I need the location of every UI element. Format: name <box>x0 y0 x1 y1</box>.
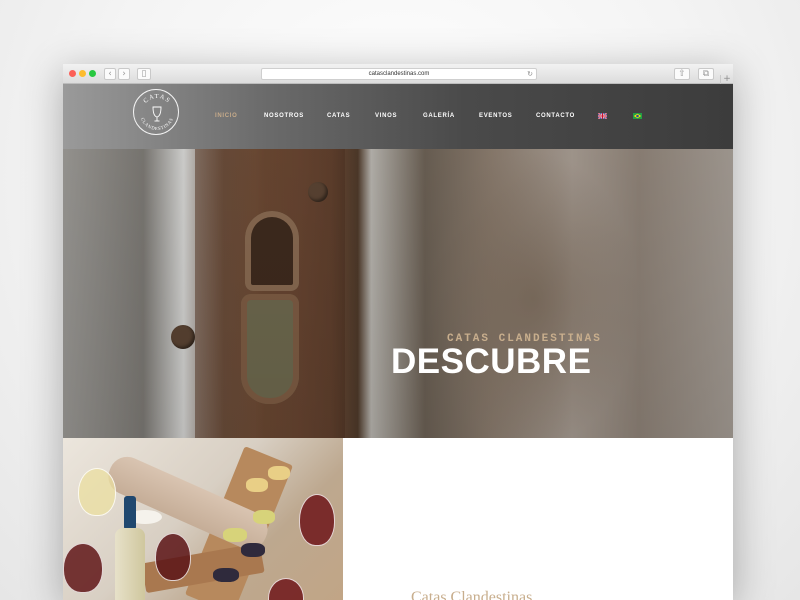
browser-window: ‹ › ▯ catasclandestinas.com ↻ ⇧ ⧉ + CATA… <box>63 64 733 600</box>
wine-glass-logo-icon: CATAS CLANDESTINAS <box>140 93 174 131</box>
browser-toolbar: ‹ › ▯ catasclandestinas.com ↻ ⇧ ⧉ + <box>63 64 733 84</box>
nav-item-eventos[interactable]: EVENTOS <box>479 111 512 121</box>
wine-bottle-image <box>115 528 145 600</box>
appetizer-image <box>213 568 239 582</box>
appetizer-image <box>241 543 265 557</box>
forward-icon[interactable]: › <box>118 68 130 80</box>
appetizer-image <box>268 466 290 480</box>
minimize-window-button[interactable] <box>79 70 86 77</box>
nav-item-catas[interactable]: CATAS <box>327 111 350 121</box>
brazil-flag-icon[interactable] <box>633 113 642 119</box>
back-icon[interactable]: ‹ <box>104 68 116 80</box>
nav-item-vinos[interactable]: VINOS <box>375 111 397 121</box>
close-window-button[interactable] <box>69 70 76 77</box>
red-wine-glass-image <box>268 578 304 600</box>
svg-text:CATAS: CATAS <box>142 93 172 105</box>
catas-clandestinas-logo[interactable]: CATAS CLANDESTINAS <box>133 89 179 135</box>
nav-item-contacto[interactable]: CONTACTO <box>536 111 575 121</box>
appetizer-image <box>223 528 247 542</box>
hero-banner: CATAS CLANDESTINAS DESCUBRE <box>63 149 733 438</box>
site-header: CATAS CLANDESTINAS INICIO NOSOTROS CATAS… <box>63 84 733 149</box>
share-icon[interactable]: ⇧ <box>674 68 690 80</box>
bottle-neck-image <box>124 496 136 530</box>
address-bar[interactable]: catasclandestinas.com ↻ <box>261 68 537 80</box>
red-wine-glass-image <box>155 533 191 581</box>
tabs-icon[interactable]: ⧉ <box>698 68 714 80</box>
appetizer-image <box>246 478 268 492</box>
white-wine-glass-image <box>78 468 116 516</box>
sidebar-icon[interactable]: ▯ <box>137 68 151 80</box>
new-tab-icon[interactable]: + <box>720 75 733 84</box>
red-wine-glass-image <box>63 543 103 593</box>
hero-title: DESCUBRE <box>391 342 592 381</box>
appetizer-image <box>253 510 275 524</box>
uk-flag-icon[interactable] <box>598 113 607 119</box>
red-wine-glass-image <box>299 494 335 546</box>
nav-item-inicio[interactable]: INICIO <box>215 111 238 121</box>
address-url: catasclandestinas.com <box>368 71 430 77</box>
nav-item-galeria[interactable]: GALERÍA <box>423 111 455 121</box>
wine-tasting-photo <box>63 438 343 600</box>
nav-item-nosotros[interactable]: NOSOTROS <box>264 111 304 121</box>
reload-icon[interactable]: ↻ <box>527 69 533 79</box>
zoom-window-button[interactable] <box>89 70 96 77</box>
section-title: Catas Clandestinas <box>411 589 533 600</box>
hero-overlay <box>63 149 733 438</box>
